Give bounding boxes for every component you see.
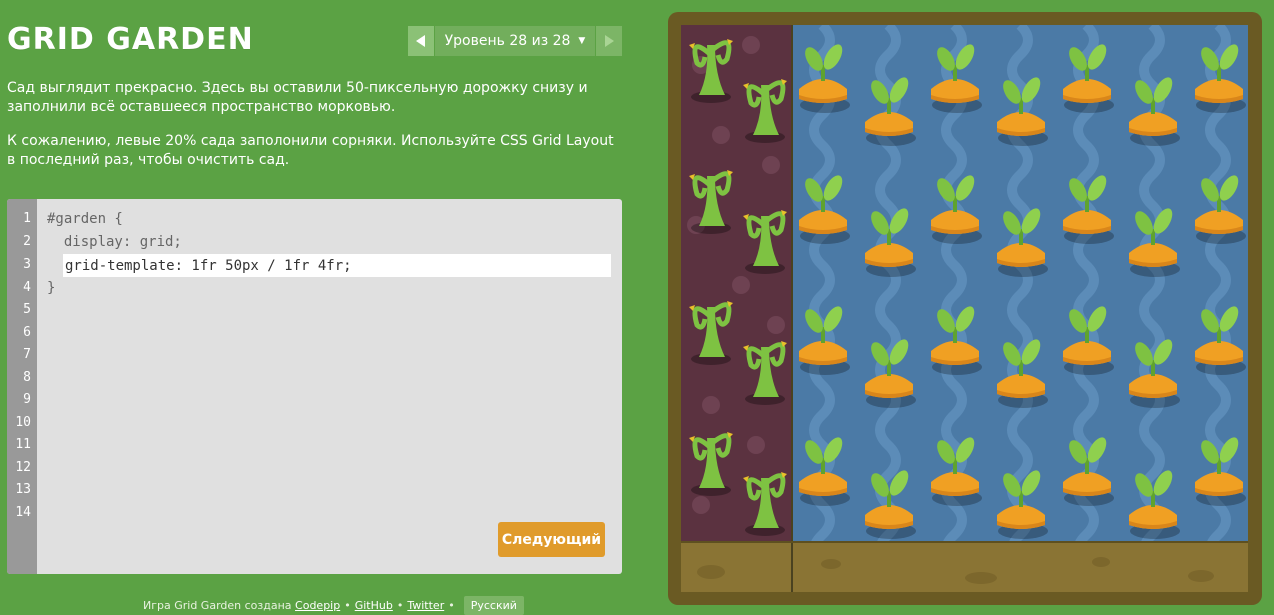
weed <box>743 210 787 274</box>
bullet-separator: • <box>344 599 351 612</box>
carrot <box>931 175 982 244</box>
line-number: 2 <box>23 234 31 249</box>
line-number: 5 <box>23 302 31 317</box>
weed <box>689 301 733 365</box>
instruction-paragraph-2: К сожалению, левые 20% сада заполонили с… <box>7 133 614 168</box>
line-number: 12 <box>15 460 31 475</box>
soil-path <box>681 542 1248 592</box>
weed-bubble <box>712 126 730 144</box>
instruction-paragraph-1: Сад выглядит прекрасно. Здесь вы оставил… <box>7 80 588 115</box>
weed <box>689 170 733 234</box>
line-number: 3 <box>23 257 31 272</box>
line-number: 10 <box>15 415 31 430</box>
arrow-left-icon <box>416 35 425 47</box>
weed-bubble <box>702 396 720 414</box>
line-number: 6 <box>23 325 31 340</box>
grid-line-vertical <box>791 25 793 592</box>
codepip-link[interactable]: Codepip <box>295 599 340 612</box>
prev-level-button[interactable] <box>408 26 434 56</box>
carrot <box>799 306 850 375</box>
weed <box>743 472 787 536</box>
line-number: 14 <box>15 505 31 520</box>
code-line-4: } <box>47 280 56 296</box>
grid-line-horizontal <box>681 541 1248 543</box>
level-label: Уровень 28 из 28 <box>444 33 571 49</box>
carrot <box>1063 175 1114 244</box>
carrot <box>931 306 982 375</box>
github-link[interactable]: GitHub <box>355 599 393 612</box>
weed-bubble <box>692 496 710 514</box>
line-number: 7 <box>23 347 31 362</box>
line-number: 8 <box>23 370 31 385</box>
weed-bubble <box>767 316 785 334</box>
carrot-area <box>792 25 1248 569</box>
language-button[interactable]: Русский <box>463 596 524 615</box>
logo: GRID GARDEN <box>7 22 254 57</box>
code-line-1: #garden { <box>47 211 123 227</box>
line-number: 1 <box>23 211 31 226</box>
weeds-layer <box>687 36 787 536</box>
carrot <box>799 175 850 244</box>
weed <box>743 341 787 405</box>
bullet-separator: • <box>396 599 404 612</box>
line-number: 11 <box>15 437 31 452</box>
credits: Игра Grid Garden создана Codepip • GitHu… <box>143 596 524 615</box>
credits-prefix: Игра Grid Garden создана <box>143 599 292 612</box>
caret-down-icon: ▼ <box>578 36 586 46</box>
arrow-right-icon <box>605 35 614 47</box>
code-line-2: display: grid; <box>47 234 182 250</box>
code-editor: 1 2 3 4 5 6 7 8 9 10 11 12 13 14 #garden… <box>7 199 622 574</box>
css-input-field[interactable] <box>63 254 611 277</box>
garden <box>681 25 1248 592</box>
bullet-separator: • <box>448 599 455 612</box>
line-number: 4 <box>23 280 31 295</box>
level-indicator[interactable]: Уровень 28 из 28 ▼ <box>435 26 595 56</box>
line-gutter: 1 2 3 4 5 6 7 8 9 10 11 12 13 14 <box>7 199 37 574</box>
carrots-layer <box>799 25 1246 569</box>
line-number: 9 <box>23 392 31 407</box>
carrot <box>1063 306 1114 375</box>
weed <box>689 432 733 496</box>
line-number: 13 <box>15 482 31 497</box>
weeds-area <box>681 25 792 542</box>
next-button[interactable]: Следующий <box>498 522 605 557</box>
weed-bubble <box>747 436 765 454</box>
left-panel: GRID GARDEN Уровень 28 из 28 ▼ Сад выгля… <box>0 0 640 615</box>
carrot <box>1195 306 1246 375</box>
weed-bubble <box>742 36 760 54</box>
weed <box>743 79 787 143</box>
next-level-arrow-button[interactable] <box>596 26 622 56</box>
carrot <box>1195 175 1246 244</box>
weed-bubble <box>762 156 780 174</box>
weed-bubble <box>732 276 750 294</box>
twitter-link[interactable]: Twitter <box>407 599 444 612</box>
level-navigator: Уровень 28 из 28 ▼ <box>408 26 622 56</box>
soil-texture <box>697 557 1214 584</box>
